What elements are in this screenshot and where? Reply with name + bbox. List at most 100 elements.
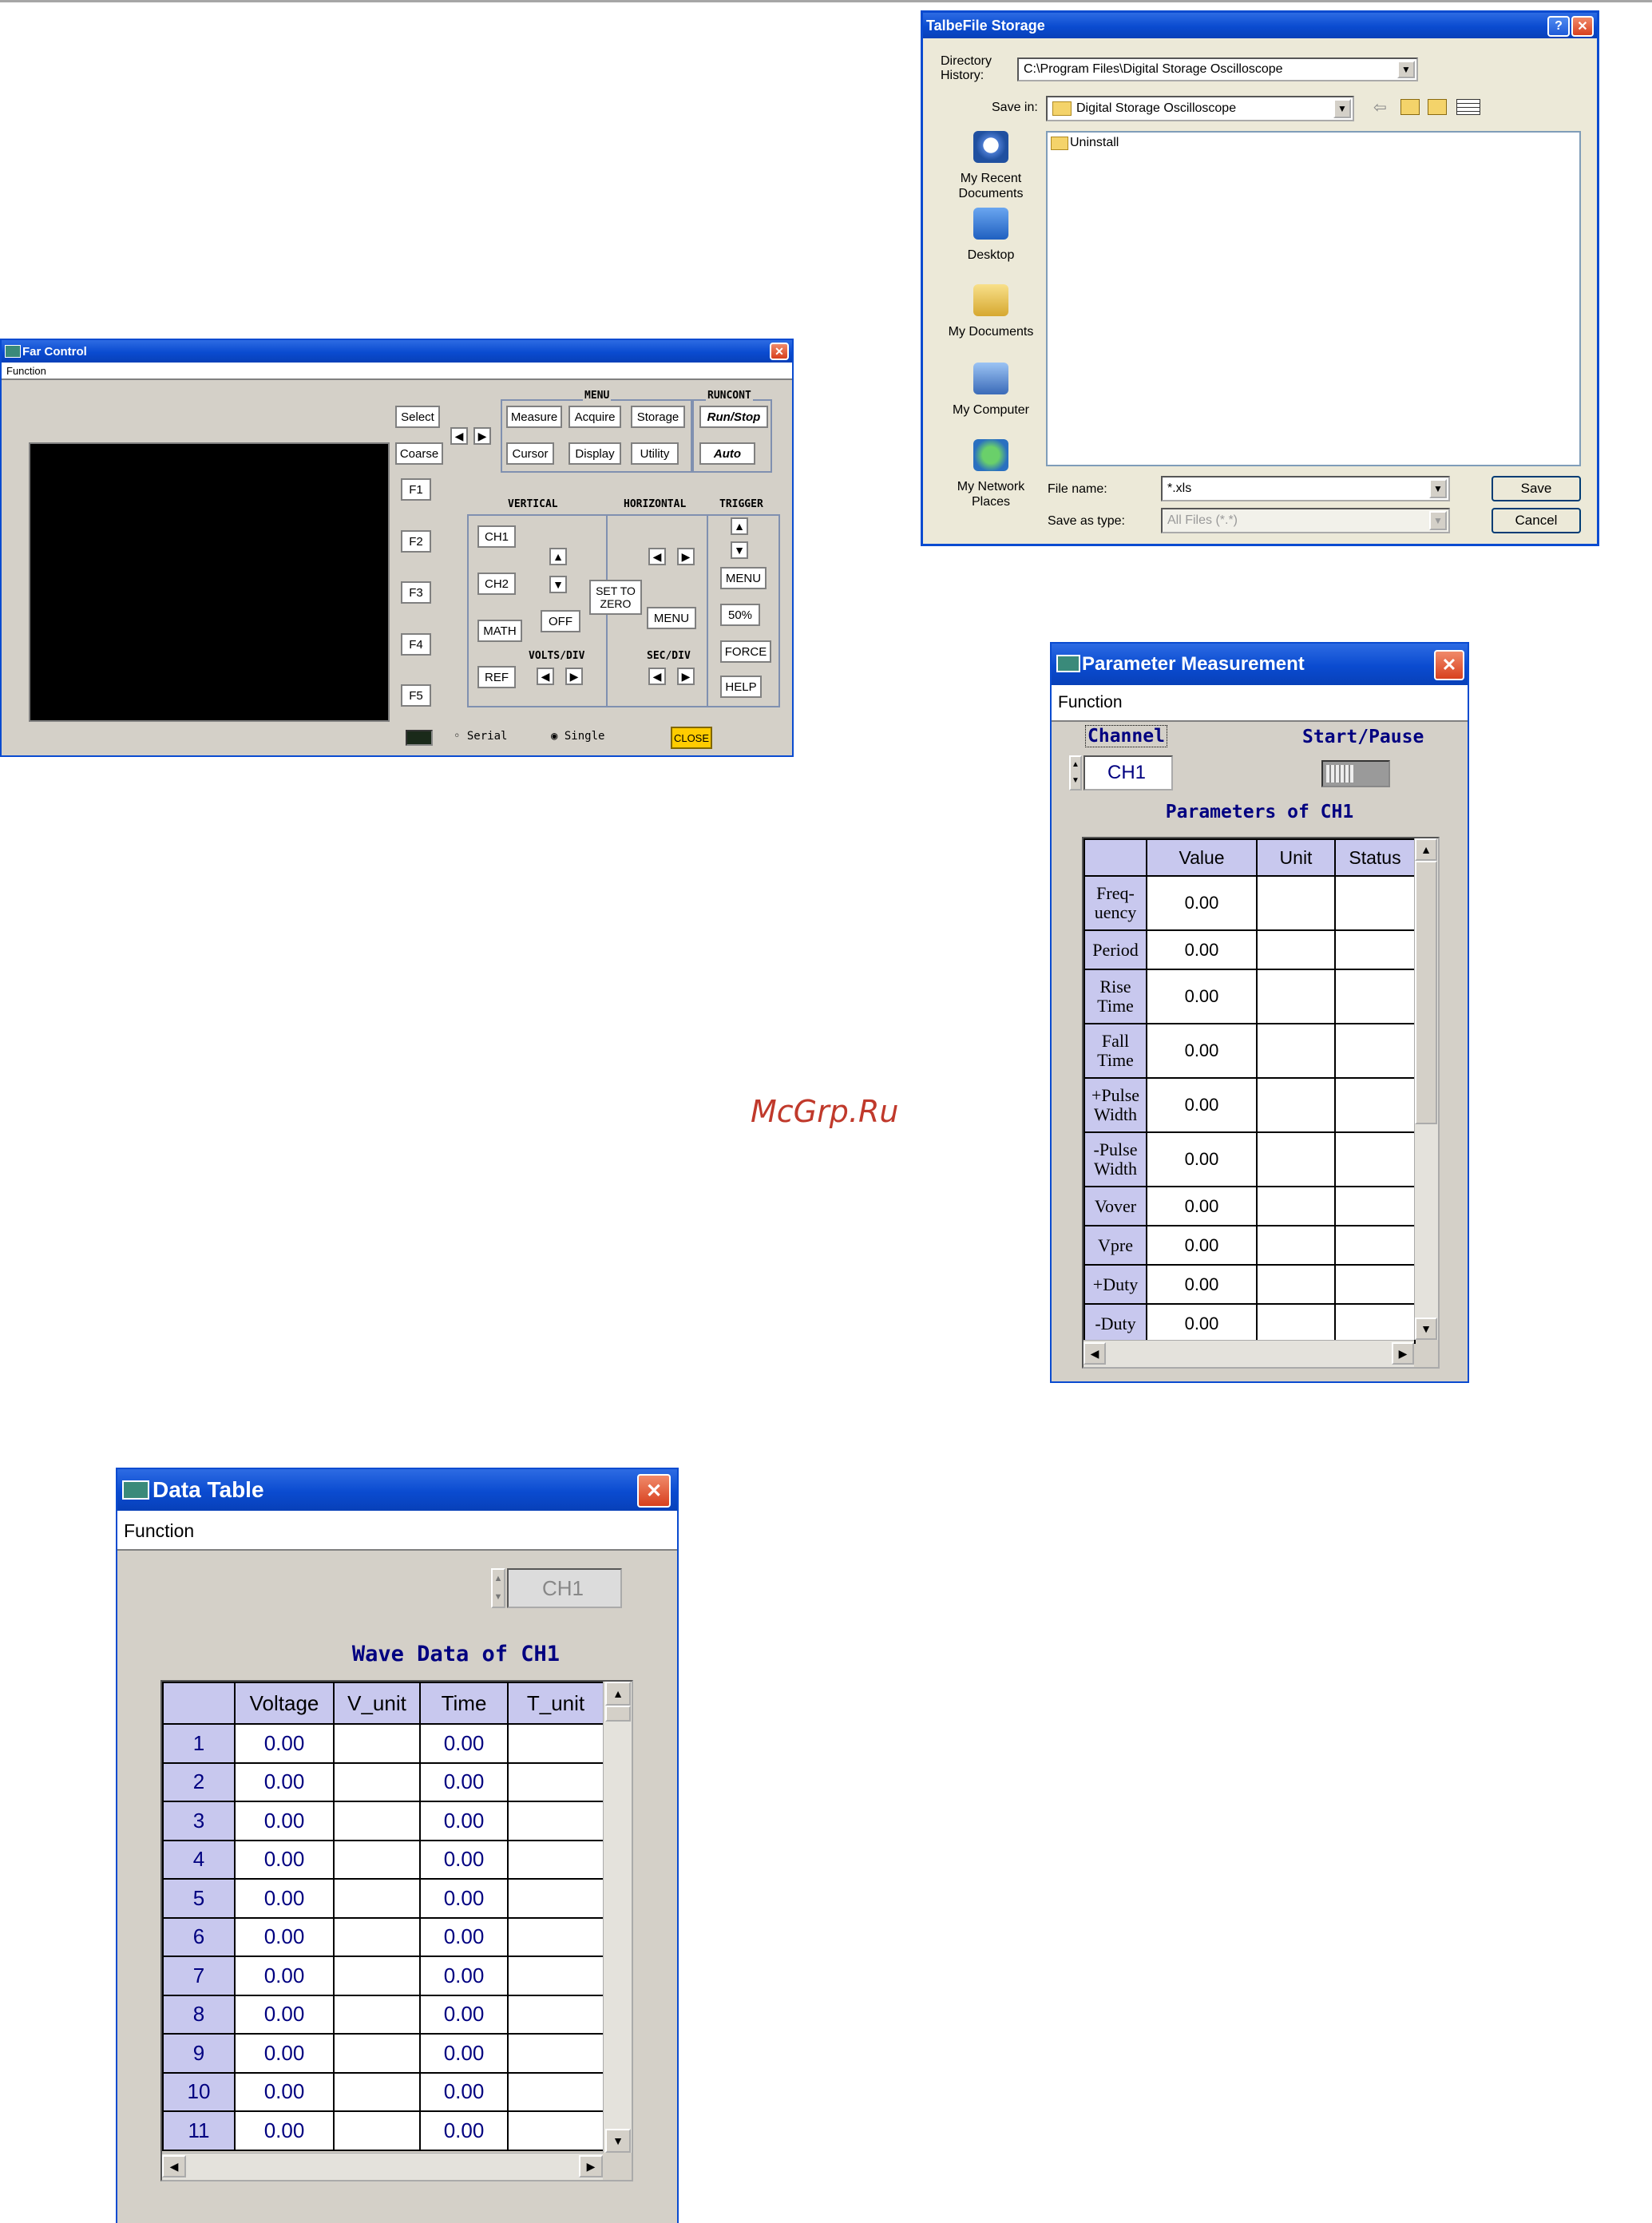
place-desktop[interactable]: Desktop (939, 248, 1043, 263)
acquire-button[interactable]: Acquire (568, 406, 621, 428)
horizontal-scrollbar[interactable]: ◀ ▶ (1084, 1340, 1414, 1367)
time-cell[interactable]: 0.00 (419, 1878, 509, 1919)
status-cell[interactable] (1334, 1023, 1416, 1079)
value-cell[interactable]: 0.00 (1146, 929, 1258, 970)
t-unit-cell[interactable] (507, 2033, 604, 2074)
v-unit-cell[interactable] (333, 1994, 421, 2035)
down-arrow-icon[interactable]: ▼ (549, 576, 567, 593)
place-my-recent-documents[interactable]: My Recent Documents (939, 171, 1043, 201)
unit-cell[interactable] (1256, 1225, 1336, 1266)
serial-radio[interactable]: ◦ Serial (454, 730, 507, 743)
time-cell[interactable]: 0.00 (419, 1839, 509, 1880)
status-cell[interactable] (1334, 1303, 1416, 1344)
storage-button[interactable]: Storage (631, 406, 685, 428)
cursor-button[interactable]: Cursor (506, 442, 554, 465)
v-unit-cell[interactable] (333, 1761, 421, 1802)
unit-cell[interactable] (1256, 875, 1336, 931)
voltage-cell[interactable]: 0.00 (234, 1994, 335, 2035)
chevron-down-icon[interactable]: ▼ (1429, 511, 1447, 530)
v-unit-cell[interactable] (333, 2071, 421, 2112)
close-icon[interactable]: ✕ (1434, 650, 1464, 680)
chevron-down-icon[interactable]: ▼ (1429, 479, 1447, 498)
volts-left-arrow-icon[interactable]: ◀ (537, 668, 554, 685)
voltage-cell[interactable]: 0.00 (234, 1878, 335, 1919)
voltage-cell[interactable]: 0.00 (234, 1916, 335, 1957)
position-right-arrow-icon[interactable]: ▶ (677, 548, 695, 565)
ch1-button[interactable]: CH1 (477, 525, 516, 548)
place-my-computer[interactable]: My Computer (939, 402, 1043, 418)
time-cell[interactable]: 0.00 (419, 1761, 509, 1802)
time-cell[interactable]: 0.00 (419, 2071, 509, 2112)
t-unit-cell[interactable] (507, 1761, 604, 1802)
voltage-cell[interactable]: 0.00 (234, 1956, 335, 1996)
t-unit-cell[interactable] (507, 2071, 604, 2112)
channel-spinner-icon[interactable]: ▲ ▼ (1069, 755, 1082, 791)
time-cell[interactable]: 0.00 (419, 1801, 509, 1841)
up-folder-icon[interactable] (1400, 99, 1420, 115)
value-cell[interactable]: 0.00 (1146, 969, 1258, 1024)
right-arrow-icon[interactable]: ▶ (473, 427, 491, 445)
t-unit-cell[interactable] (507, 2110, 604, 2151)
voltage-cell[interactable]: 0.00 (234, 2110, 335, 2151)
channel-spinner-icon[interactable]: ▲ ▼ (491, 1568, 505, 1608)
trigger-down-arrow-icon[interactable]: ▼ (731, 541, 748, 559)
start-pause-toggle[interactable] (1321, 760, 1390, 787)
toggle-thumb[interactable] (1326, 765, 1353, 783)
status-cell[interactable] (1334, 969, 1416, 1024)
v-unit-cell[interactable] (333, 1956, 421, 1996)
chevron-down-icon[interactable]: ▼ (1397, 61, 1415, 78)
status-cell[interactable] (1334, 1186, 1416, 1226)
set-to-zero-button[interactable]: SET TO ZERO (589, 580, 642, 615)
scroll-down-icon[interactable]: ▼ (605, 2129, 631, 2153)
value-cell[interactable]: 0.00 (1146, 1131, 1258, 1187)
channel-field[interactable]: CH1 (1084, 755, 1173, 791)
value-cell[interactable]: 0.00 (1146, 1264, 1258, 1305)
coarse-button[interactable]: Coarse (395, 442, 443, 465)
t-unit-cell[interactable] (507, 1994, 604, 2035)
save-as-type-combo[interactable]: All Files (*.*) ▼ (1161, 508, 1450, 533)
status-cell[interactable] (1334, 1264, 1416, 1305)
status-cell[interactable] (1334, 929, 1416, 970)
unit-cell[interactable] (1256, 1023, 1336, 1079)
fifty-percent-button[interactable]: 50% (720, 604, 760, 626)
voltage-cell[interactable]: 0.00 (234, 1801, 335, 1841)
voltage-cell[interactable]: 0.00 (234, 1839, 335, 1880)
new-folder-icon[interactable] (1428, 99, 1447, 115)
unit-cell[interactable] (1256, 1264, 1336, 1305)
menu-function[interactable]: Function (6, 365, 46, 377)
menu-function[interactable]: Function (124, 1520, 194, 1542)
unit-cell[interactable] (1256, 1303, 1336, 1344)
value-cell[interactable]: 0.00 (1146, 1077, 1258, 1133)
channel-field[interactable]: CH1 (507, 1568, 622, 1608)
v-unit-cell[interactable] (333, 1839, 421, 1880)
place-my-network-places[interactable]: My Network Places (955, 479, 1027, 509)
close-icon[interactable]: ✕ (770, 343, 789, 360)
unit-cell[interactable] (1256, 1077, 1336, 1133)
scroll-right-icon[interactable]: ▶ (579, 2155, 603, 2177)
value-cell[interactable]: 0.00 (1146, 1303, 1258, 1344)
close-icon[interactable]: ✕ (1571, 16, 1594, 37)
sec-right-arrow-icon[interactable]: ▶ (677, 668, 695, 685)
scroll-up-icon[interactable]: ▲ (1415, 838, 1437, 861)
value-cell[interactable]: 0.00 (1146, 1225, 1258, 1266)
volts-right-arrow-icon[interactable]: ▶ (565, 668, 583, 685)
voltage-cell[interactable]: 0.00 (234, 1761, 335, 1802)
scroll-thumb[interactable] (605, 1706, 631, 1722)
value-cell[interactable]: 0.00 (1146, 875, 1258, 931)
vertical-scrollbar[interactable]: ▲ ▼ (1414, 838, 1438, 1340)
file-name-combo[interactable]: *.xls ▼ (1161, 476, 1450, 501)
t-unit-cell[interactable] (507, 1956, 604, 1996)
value-cell[interactable]: 0.00 (1146, 1023, 1258, 1079)
t-unit-cell[interactable] (507, 1723, 604, 1764)
force-button[interactable]: FORCE (720, 640, 771, 663)
scroll-down-icon[interactable]: ▼ (1415, 1318, 1437, 1340)
file-item[interactable]: Uninstall (1051, 136, 1119, 150)
file-list[interactable]: Uninstall (1046, 131, 1581, 466)
value-cell[interactable]: 0.00 (1146, 1186, 1258, 1226)
chevron-down-icon[interactable]: ▼ (1333, 99, 1351, 118)
ch2-button[interactable]: CH2 (477, 573, 516, 595)
cancel-button[interactable]: Cancel (1492, 508, 1581, 533)
v-unit-cell[interactable] (333, 1723, 421, 1764)
place-my-documents[interactable]: My Documents (939, 324, 1043, 339)
v-unit-cell[interactable] (333, 1801, 421, 1841)
